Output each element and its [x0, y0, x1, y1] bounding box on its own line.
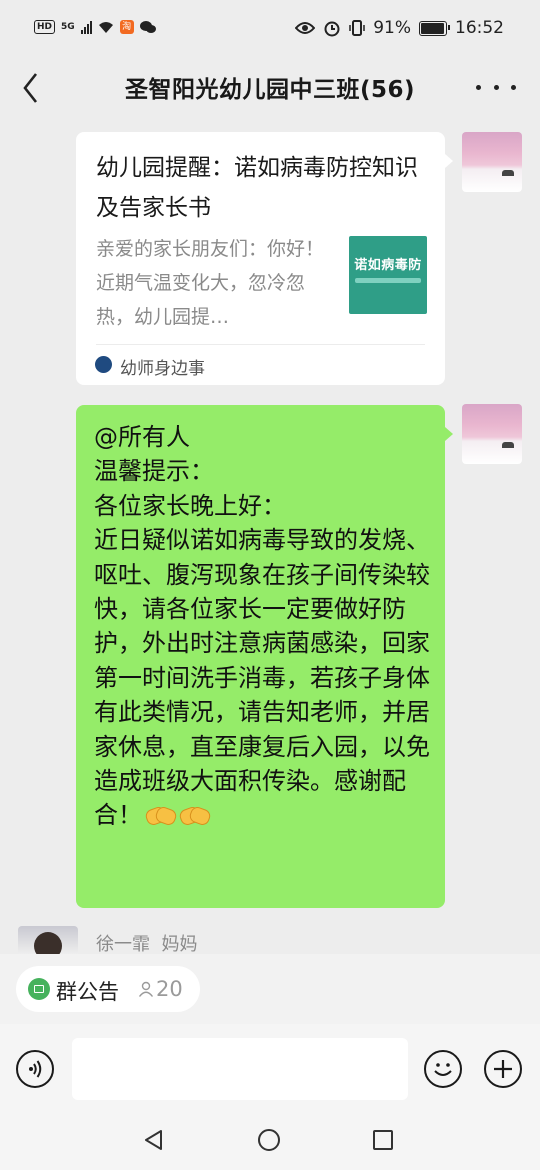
chat-title: 圣智阳光幼儿园中三班(56): [124, 77, 416, 103]
plus-icon: [494, 1060, 512, 1078]
network-label: 5G: [61, 22, 75, 32]
more-dots-icon: [511, 84, 516, 90]
wifi-icon: [98, 21, 113, 33]
hd-badge: HD: [34, 20, 56, 34]
app-notification-icon: 淘: [119, 20, 134, 34]
person-icon: [138, 981, 154, 997]
thumbnail-text: 诺如病毒防: [354, 258, 422, 273]
back-button[interactable]: [14, 68, 50, 108]
wechat-notification-icon: [139, 20, 156, 33]
status-left: HD 5G 淘: [34, 20, 156, 34]
avatar[interactable]: [462, 132, 522, 192]
message-text: @所有人 温馨提示： 各位家长晚上好： 近日疑似诺如病毒导致的发烧、呕吐、腹泻现…: [94, 420, 432, 833]
system-nav-bar: [0, 1114, 540, 1170]
voice-icon: [29, 1060, 42, 1078]
battery-icon: [419, 20, 450, 36]
more-dots-icon: [476, 84, 481, 90]
more-button[interactable]: [476, 72, 516, 102]
handshake-icon: [180, 804, 210, 826]
nav-back-icon[interactable]: [142, 1128, 166, 1152]
plus-button[interactable]: [484, 1050, 522, 1088]
link-card-thumbnail: 诺如病毒防: [349, 236, 427, 314]
status-bar: HD 5G 淘 91% 16:52: [0, 0, 540, 60]
signal-icon: [80, 20, 92, 34]
emoji-icon: [434, 1063, 452, 1076]
input-bar: [0, 1024, 540, 1114]
link-card-source: 幼师身边事: [120, 359, 205, 379]
alarm-icon: [324, 21, 340, 37]
clock: 16:52: [455, 18, 504, 38]
text-message-bubble[interactable]: @所有人 温馨提示： 各位家长晚上好： 近日疑似诺如病毒导致的发烧、呕吐、腹泻现…: [76, 405, 453, 908]
link-card-message[interactable]: 幼儿园提醒：诺如病毒防控知识及告家长书 亲爱的家长朋友们：你好！近期气温变化大，…: [76, 132, 453, 385]
thumbnail-stripe: [355, 278, 421, 283]
avatar[interactable]: [462, 404, 522, 464]
vibrate-icon: [349, 20, 365, 36]
eye-icon: [295, 22, 316, 34]
nav-recent-icon[interactable]: [373, 1130, 393, 1150]
chat-header: 圣智阳光幼儿园中三班(56): [0, 60, 540, 116]
message-input[interactable]: [72, 1038, 408, 1100]
notice-row: 群公告 20: [0, 954, 540, 1024]
chevron-left-icon: [23, 73, 38, 103]
source-logo-icon: [95, 356, 112, 373]
notice-count: 20: [156, 977, 183, 1001]
nav-home-icon[interactable]: [258, 1129, 280, 1151]
card-divider: [96, 344, 425, 345]
handshake-icon: [146, 804, 176, 826]
battery-percent: 91%: [373, 18, 411, 38]
sender-avatar[interactable]: [18, 926, 78, 954]
message-body: @所有人 温馨提示： 各位家长晚上好： 近日疑似诺如病毒导致的发烧、呕吐、腹泻现…: [94, 423, 430, 830]
status-right: 91% 16:52: [295, 18, 504, 38]
notice-icon: [28, 978, 50, 1000]
notice-label: 群公告: [56, 980, 119, 1004]
sender-name: 徐一霏 妈妈: [96, 934, 198, 955]
link-card-title: 幼儿园提醒：诺如病毒防控知识及告家长书: [96, 155, 418, 221]
voice-button[interactable]: [16, 1050, 54, 1088]
link-card-description: 亲爱的家长朋友们：你好！近期气温变化大，忽冷忽热，幼儿园提…: [96, 238, 325, 328]
more-dots-icon: [493, 84, 499, 90]
group-notice-chip[interactable]: 群公告 20: [16, 966, 200, 1012]
emoji-button[interactable]: [424, 1050, 462, 1088]
